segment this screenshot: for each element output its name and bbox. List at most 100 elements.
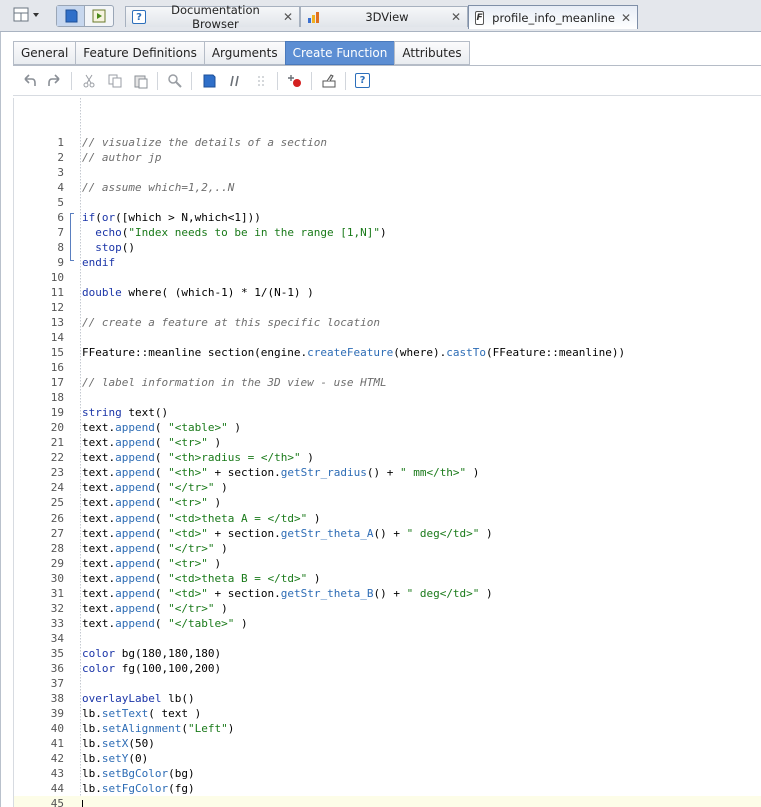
code-text: text.append( "<td>theta B = </td>" ) — [82, 571, 321, 585]
step-icon — [257, 75, 264, 86]
code-text: // label information in the 3D view - us… — [82, 376, 387, 390]
fold-marker — [64, 586, 82, 601]
code-line[interactable]: 43 lb.setBgColor(bg) — [14, 766, 761, 781]
pause-button[interactable] — [223, 70, 246, 92]
code-line[interactable]: 12 — [14, 300, 761, 315]
tab-3dview[interactable]: 3DView ✕ — [300, 6, 468, 27]
code-line[interactable]: 15 FFeature::meanline section(engine.crea… — [14, 345, 761, 360]
step-button[interactable] — [249, 70, 272, 92]
code-text: FFeature::meanline section(engine.create… — [82, 346, 626, 360]
close-icon[interactable]: ✕ — [621, 11, 631, 25]
code-line[interactable]: 1 // visualize the details of a section — [14, 135, 761, 150]
fold-marker — [64, 631, 82, 646]
code-line[interactable]: 13 // create a feature at this specific l… — [14, 315, 761, 330]
code-line[interactable]: 18 — [14, 390, 761, 405]
run-button[interactable] — [197, 70, 220, 92]
tab-create-function[interactable]: Create Function — [284, 41, 395, 65]
code-line[interactable]: 16 — [14, 360, 761, 375]
fold-marker — [64, 315, 82, 330]
paste-button[interactable] — [129, 70, 152, 92]
toolbar-separator — [157, 71, 158, 90]
code-line[interactable]: 19 string text() — [14, 405, 761, 420]
code-line[interactable]: 9 endif — [14, 255, 761, 270]
code-line[interactable]: 42 lb.setY(0) — [14, 751, 761, 766]
code-line[interactable]: 36 color fg(100,100,200) — [14, 661, 761, 676]
code-text: text.append( "<tr>" ) — [82, 436, 222, 450]
code-line[interactable]: 4 // assume which=1,2,..N — [14, 180, 761, 195]
line-number: 25 — [50, 496, 64, 510]
redo-button[interactable] — [43, 70, 66, 92]
code-editor[interactable]: 1 // visualize the details of a section 2 /… — [13, 98, 761, 807]
code-line[interactable]: 6 if(or([which > N,which<1])) — [14, 210, 761, 225]
cut-button[interactable] — [77, 70, 100, 92]
code-line[interactable]: 14 — [14, 330, 761, 345]
toolbar-separator — [345, 71, 346, 90]
code-line[interactable]: 20 text.append( "<table>" ) — [14, 420, 761, 435]
line-number: 8 — [57, 241, 64, 255]
code-line[interactable]: 26 text.append( "<td>theta A = </td>" ) — [14, 511, 761, 526]
edit-mode-button[interactable] — [57, 6, 85, 26]
undo-button[interactable] — [17, 70, 40, 92]
tab-feature-definitions[interactable]: Feature Definitions — [75, 41, 204, 65]
code-line[interactable]: 22 text.append( "<th>radius = </th>" ) — [14, 450, 761, 465]
code-line[interactable]: 24 text.append( "</tr>" ) — [14, 480, 761, 495]
layout-menu-button[interactable] — [12, 5, 42, 25]
code-line[interactable]: 34 — [14, 631, 761, 646]
code-line[interactable]: 5 — [14, 195, 761, 210]
code-line[interactable]: 31 text.append( "<td>" + section.getStr_t… — [14, 586, 761, 601]
tab-attributes[interactable]: Attributes — [394, 41, 470, 65]
code-line[interactable]: 21 text.append( "<tr>" ) — [14, 435, 761, 450]
line-number: 5 — [57, 196, 64, 210]
code-line[interactable]: 28 text.append( "</tr>" ) — [14, 541, 761, 556]
tab-profile-info-meanline[interactable]: F profile_info_meanline ✕ — [468, 5, 638, 29]
help-button[interactable]: ? — [351, 70, 374, 92]
code-line[interactable]: 37 — [14, 676, 761, 691]
clear-breakpoints-button[interactable] — [317, 70, 340, 92]
code-line[interactable]: 30 text.append( "<td>theta B = </td>" ) — [14, 571, 761, 586]
tab-label: Documentation Browser — [171, 3, 260, 31]
code-line[interactable]: 8 stop() — [14, 240, 761, 255]
code-line[interactable]: 7 echo("Index needs to be in the range [… — [14, 225, 761, 240]
code-line[interactable]: 32 text.append( "</tr>" ) — [14, 601, 761, 616]
code-line[interactable]: 44 lb.setFgColor(fg) — [14, 781, 761, 796]
add-breakpoint-button[interactable] — [283, 70, 306, 92]
close-icon[interactable]: ✕ — [451, 10, 461, 24]
code-text: overlayLabel lb() — [82, 691, 195, 705]
code-text: color bg(180,180,180) — [82, 646, 222, 660]
line-number: 3 — [57, 166, 64, 180]
line-number: 32 — [50, 601, 64, 615]
line-number: 34 — [50, 631, 64, 645]
redo-icon — [47, 73, 60, 86]
code-line[interactable]: 3 — [14, 165, 761, 180]
code-line[interactable]: 40 lb.setAlignment("Left") — [14, 721, 761, 736]
tab-documentation-browser[interactable]: ? Documentation Browser ✕ — [125, 3, 300, 31]
code-line[interactable]: 27 text.append( "<td>" + section.getStr_t… — [14, 526, 761, 541]
code-line[interactable]: 35 color bg(180,180,180) — [14, 646, 761, 661]
code-line[interactable]: 17 // label information in the 3D view - … — [14, 375, 761, 390]
code-line[interactable]: 41 lb.setX(50) — [14, 736, 761, 751]
tab-arguments[interactable]: Arguments — [203, 41, 285, 65]
code-line[interactable]: 25 text.append( "<tr>" ) — [14, 495, 761, 510]
code-line[interactable]: 45 — [14, 795, 761, 807]
line-number: 18 — [50, 391, 64, 405]
code-text: lb.setBgColor(bg) — [82, 766, 195, 780]
fold-marker — [64, 345, 82, 360]
run-mode-button[interactable] — [85, 6, 113, 26]
line-number: 41 — [50, 736, 64, 750]
code-line[interactable]: 11 double where( (which-1) * 1/(N-1) ) — [14, 285, 761, 300]
code-line[interactable]: 10 — [14, 270, 761, 285]
code-text: double where( (which-1) * 1/(N-1) ) — [82, 286, 314, 300]
line-number: 4 — [57, 181, 64, 195]
code-line[interactable]: 29 text.append( "<tr>" ) — [14, 556, 761, 571]
code-line[interactable]: 33 text.append( "</table>" ) — [14, 616, 761, 631]
code-line[interactable]: 38 overlayLabel lb() — [14, 691, 761, 706]
code-line[interactable]: 39 lb.setText( text ) — [14, 706, 761, 721]
close-icon[interactable]: ✕ — [283, 10, 293, 24]
code-line[interactable]: 2 // author jp — [14, 150, 761, 165]
fold-bracket[interactable] — [70, 213, 74, 262]
find-button[interactable] — [163, 70, 186, 92]
copy-button[interactable] — [103, 70, 126, 92]
fold-marker — [64, 330, 82, 345]
code-line[interactable]: 23 text.append( "<th>" + section.getStr_r… — [14, 465, 761, 480]
tab-general[interactable]: General — [13, 41, 76, 65]
